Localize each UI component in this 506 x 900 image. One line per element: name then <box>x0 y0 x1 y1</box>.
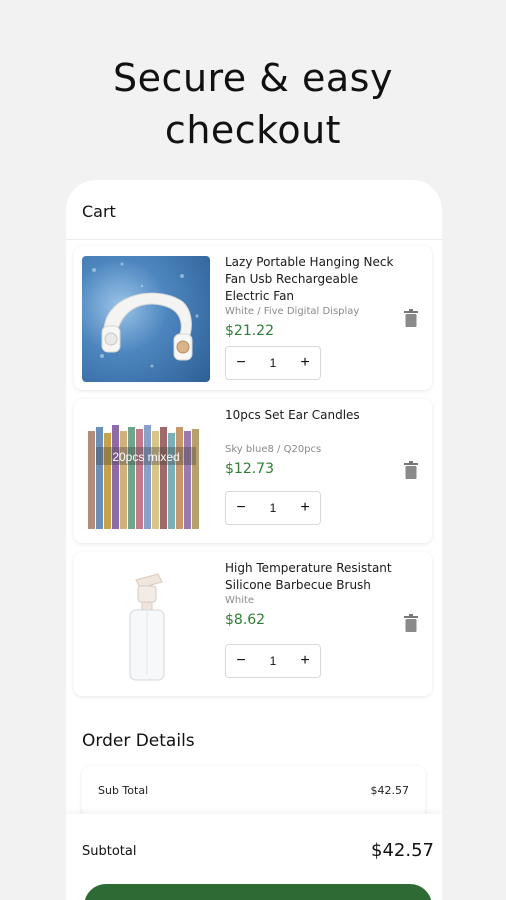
page-headline: Secure & easy checkout <box>0 52 506 156</box>
decrease-quantity-button[interactable]: − <box>226 492 256 524</box>
decrease-quantity-button[interactable]: − <box>226 347 256 379</box>
ear-candles-image[interactable]: 20pcs mixed <box>82 409 210 535</box>
cart-item: High Temperature Resistant Silicone Barb… <box>74 552 432 696</box>
quantity-stepper: − 1 + <box>225 644 321 678</box>
order-details-title: Order Details <box>82 731 195 751</box>
item-price: $21.22 <box>225 323 274 339</box>
increase-quantity-button[interactable]: + <box>290 492 320 524</box>
headline-line-2: checkout <box>164 108 342 152</box>
cart-item: 20pcs mixed 10pcs Set Ear Candles Sky bl… <box>74 399 432 543</box>
headline-line-1: Secure & easy <box>113 56 393 100</box>
cart-title: Cart <box>82 202 116 221</box>
item-info: High Temperature Resistant Silicone Barb… <box>225 560 405 628</box>
quantity-value: 1 <box>269 356 277 370</box>
item-info: 10pcs Set Ear Candles Sky blue8 / Q20pcs… <box>225 407 405 477</box>
item-name[interactable]: High Temperature Resistant Silicone Barb… <box>225 560 405 594</box>
bbq-brush-bottle-image[interactable] <box>82 562 210 688</box>
item-variant: White / Five Digital Display <box>225 306 360 317</box>
neck-fan-image[interactable] <box>82 256 210 382</box>
quantity-value: 1 <box>269 654 277 668</box>
item-name[interactable]: 10pcs Set Ear Candles <box>225 407 405 424</box>
decrease-quantity-button[interactable]: − <box>226 645 256 677</box>
quantity-stepper: − 1 + <box>225 491 321 525</box>
quantity-value: 1 <box>269 501 277 515</box>
subtotal-label: Subtotal <box>82 844 137 859</box>
trash-icon[interactable] <box>404 614 418 632</box>
item-name[interactable]: Lazy Portable Hanging Neck Fan Usb Recha… <box>225 254 405 305</box>
cart-header: Cart <box>66 180 442 240</box>
increase-quantity-button[interactable]: + <box>290 347 320 379</box>
subtotal-amount: $42.57 <box>371 840 434 861</box>
sub-total-value: $42.57 <box>370 784 410 797</box>
item-variant: White <box>225 595 255 606</box>
checkout-footer: Subtotal $42.57 <box>66 814 442 900</box>
quantity-stepper: − 1 + <box>225 346 321 380</box>
trash-icon[interactable] <box>404 461 418 479</box>
sub-total-label: Sub Total <box>98 784 149 797</box>
item-info: Lazy Portable Hanging Neck Fan Usb Recha… <box>225 254 405 339</box>
phone-screen: Cart Lazy Portable Hanging Neck Fan Usb … <box>66 180 442 900</box>
checkout-button[interactable] <box>84 884 432 900</box>
trash-icon[interactable] <box>404 309 418 327</box>
item-variant: Sky blue8 / Q20pcs <box>225 444 322 455</box>
image-caption: 20pcs mixed <box>112 450 179 464</box>
item-price: $8.62 <box>225 612 266 628</box>
cart-item: Lazy Portable Hanging Neck Fan Usb Recha… <box>74 246 432 390</box>
item-price: $12.73 <box>225 461 274 477</box>
increase-quantity-button[interactable]: + <box>290 645 320 677</box>
